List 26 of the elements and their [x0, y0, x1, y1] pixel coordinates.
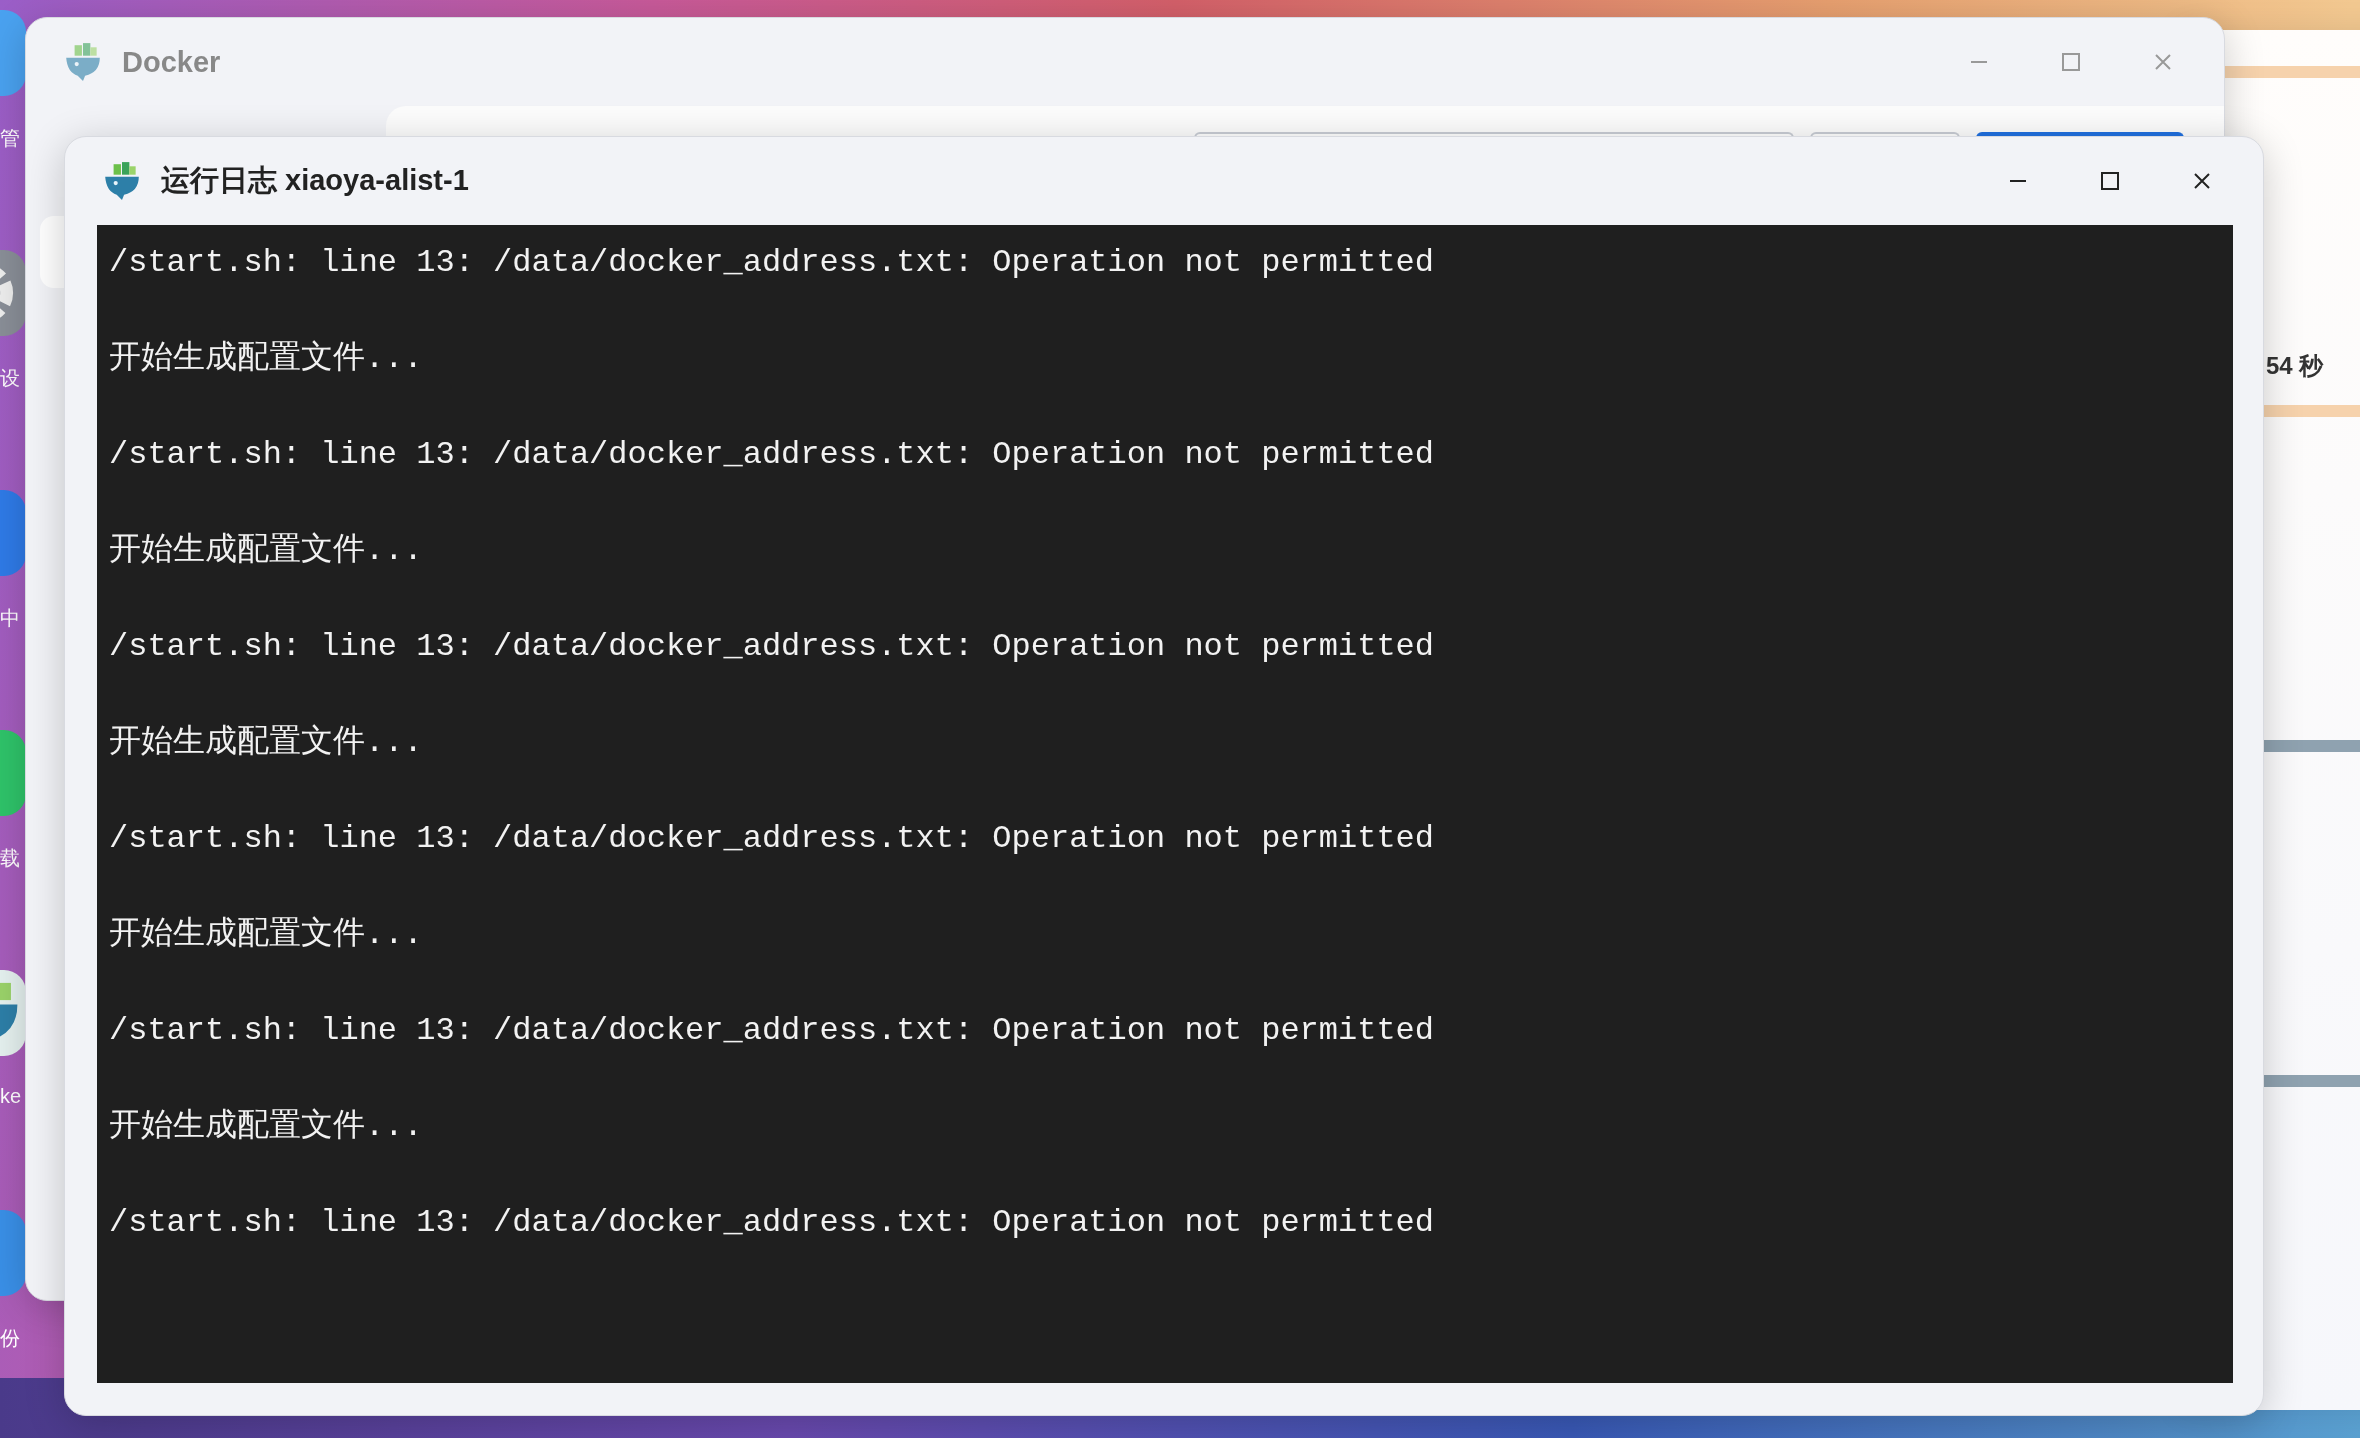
log-line: /start.sh: line 13: /data/docker_address.txt: Operation not permitted — [109, 1011, 1435, 1051]
icon-label: 管 — [0, 126, 20, 151]
maximize-icon — [2061, 52, 2081, 72]
icon-label: ke — [0, 1085, 22, 1108]
log-line: 开始生成配置文件... — [109, 339, 424, 379]
log-line: 开始生成配置文件... — [109, 1107, 424, 1147]
icon-label: 份 — [0, 1326, 20, 1351]
log-line: 开始生成配置文件... — [109, 723, 424, 763]
close-icon — [2153, 52, 2173, 72]
window-title: Docker — [122, 45, 222, 79]
log-line: 开始生成配置文件... — [109, 531, 424, 571]
minimize-icon — [1969, 61, 1989, 63]
icon-label: 载 — [0, 846, 20, 871]
close-icon — [2192, 171, 2212, 191]
time-text: 54 秒 — [2266, 351, 2324, 381]
log-line: /start.sh: line 13: /data/docker_address.txt: Operation not permitted — [109, 627, 1435, 667]
log-line: /start.sh: line 13: /data/docker_address.txt: Operation not permitted — [109, 1203, 1435, 1243]
log-line: /start.sh: line 13: /data/docker_address.txt: Operation not permitted — [109, 819, 1435, 859]
log-line: 开始生成配置文件... — [109, 915, 424, 955]
log-line: /start.sh: line 13: /data/docker_address.txt: Operation not permitted — [109, 243, 1435, 283]
icon-label: 中 — [0, 606, 20, 631]
minimize-icon — [2008, 180, 2028, 182]
maximize-icon — [2100, 171, 2120, 191]
window-title: 运行日志 xiaoya-alist-1 — [161, 163, 470, 198]
icon-label: 设 — [0, 366, 20, 391]
log-line: /start.sh: line 13: /data/docker_address.txt: Operation not permitted — [109, 435, 1435, 475]
